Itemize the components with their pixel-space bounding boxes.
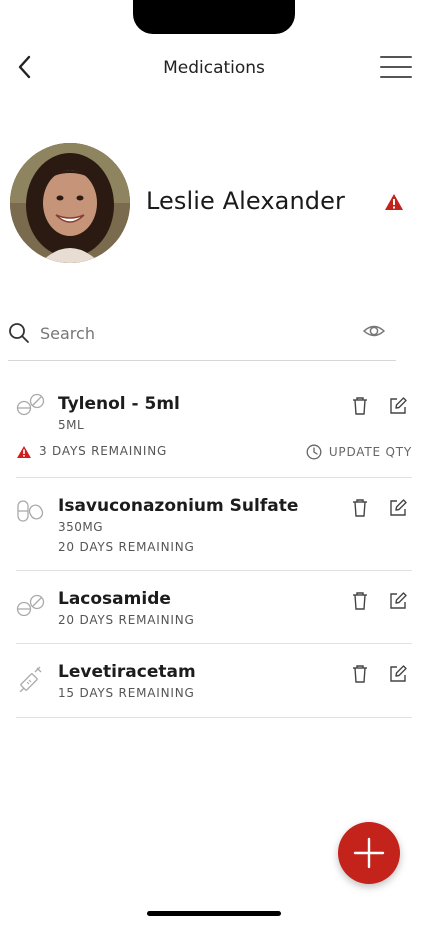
trash-icon[interactable] [350,396,370,416]
medications-screen: Medications Leslie Alexander Search Tyle… [0,0,428,926]
list-item[interactable]: Tylenol - 5ml 5ML 3 DAYS REMAINING UPDAT… [16,386,412,478]
hamburger-line [380,76,412,78]
medication-name: Isavuconazonium Sulfate [58,496,299,516]
edit-icon[interactable] [388,591,408,611]
remaining-status: 20 DAYS REMAINING [58,540,195,554]
hamburger-line [380,66,412,68]
remaining-status: 20 DAYS REMAINING [58,613,195,627]
remaining-status: 15 DAYS REMAINING [58,686,195,700]
search-bar [8,310,396,361]
list-item[interactable]: Levetiracetam 15 DAYS REMAINING [16,644,412,718]
days-remaining-label: 20 DAYS REMAINING [58,613,195,627]
medication-dose: 350MG [58,520,104,534]
days-remaining-label: 15 DAYS REMAINING [58,686,195,700]
hamburger-icon [380,56,412,58]
list-item[interactable]: Lacosamide 20 DAYS REMAINING [16,571,412,644]
remaining-status: 3 DAYS REMAINING [17,444,167,458]
edit-icon[interactable] [388,396,408,416]
plus-icon [353,837,385,869]
search-input[interactable] [38,320,342,346]
page-title: Medications [163,58,265,78]
patient-name: Leslie Alexander [146,187,345,215]
tablet-icon [16,393,45,416]
capsule-icon [17,500,44,522]
medication-name: Levetiracetam [58,662,196,682]
patient-profile: Leslie Alexander [10,143,418,263]
tablet-icon [16,594,45,617]
clock-icon [306,444,322,460]
menu-button[interactable] [380,56,412,78]
days-remaining-label: 20 DAYS REMAINING [58,540,195,554]
trash-icon[interactable] [350,591,370,611]
list-item[interactable]: Isavuconazonium Sulfate 350MG 20 DAYS RE… [16,478,412,571]
header: Medications [0,48,428,88]
update-qty-button[interactable]: UPDATE QTY [306,444,412,460]
update-qty-label: UPDATE QTY [328,445,412,459]
warning-triangle-icon [17,446,31,458]
syringe-icon [19,666,42,692]
edit-icon[interactable] [388,498,408,518]
days-remaining-label: 3 DAYS REMAINING [39,444,168,458]
add-medication-button[interactable] [338,822,400,884]
medication-name: Tylenol - 5ml [58,394,180,414]
trash-icon[interactable] [350,498,370,518]
home-indicator [147,911,281,916]
avatar [10,143,130,263]
device-notch [133,0,295,34]
medication-name: Lacosamide [58,589,171,609]
medication-list: Tylenol - 5ml 5ML 3 DAYS REMAINING UPDAT… [16,386,412,718]
avatar-photo [10,143,130,263]
edit-icon[interactable] [388,664,408,684]
trash-icon[interactable] [350,664,370,684]
search-icon [9,323,29,343]
warning-triangle-icon[interactable] [384,193,404,211]
eye-icon[interactable] [362,320,386,342]
medication-dose: 5ML [58,418,85,432]
